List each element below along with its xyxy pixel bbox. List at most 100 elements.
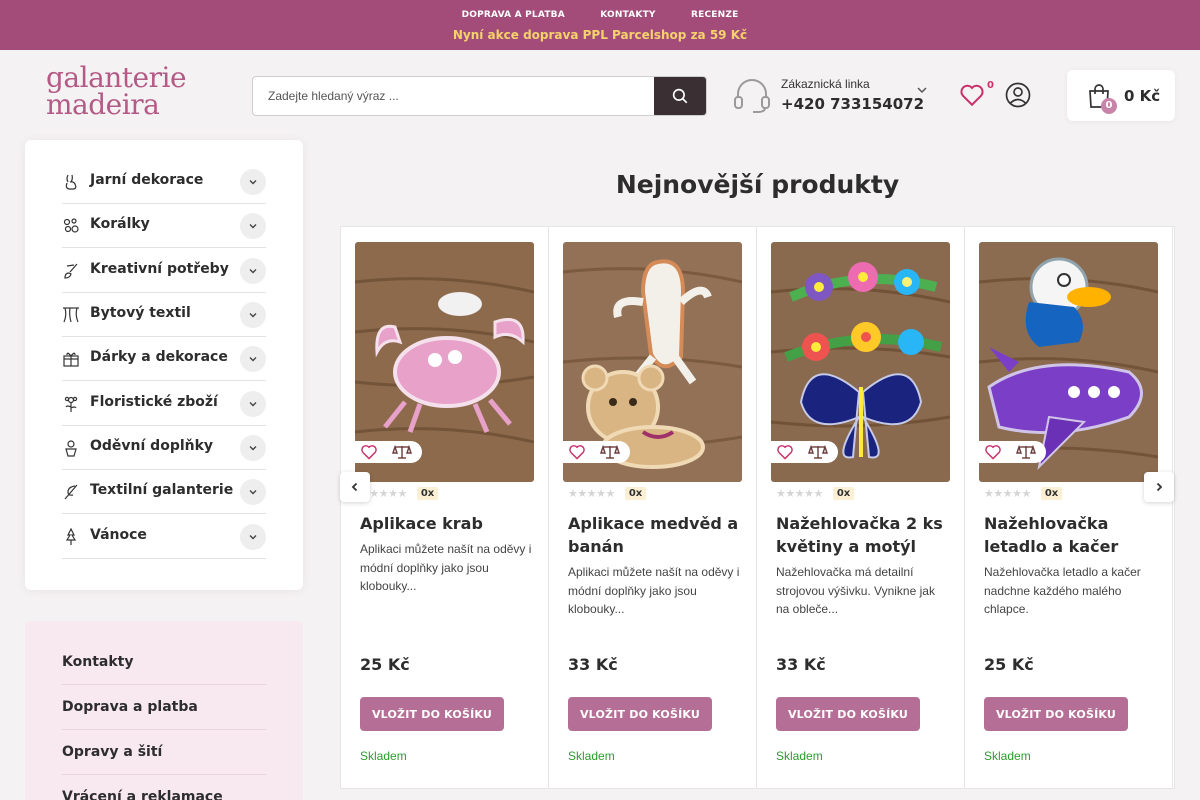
rating-count: 0x <box>624 487 647 500</box>
add-to-wishlist-button[interactable] <box>771 441 799 463</box>
product-description: Nažehlovačka letadlo a kačer nadchne kaž… <box>984 565 1141 616</box>
rating-stars: ★★★★★ <box>568 487 615 500</box>
gift-icon <box>63 352 79 367</box>
cart-button[interactable]: 0 0 Kč <box>1067 70 1175 121</box>
chevron-down-icon[interactable] <box>240 479 266 505</box>
add-to-wishlist-button[interactable] <box>563 441 591 463</box>
chevron-down-icon[interactable] <box>240 302 266 328</box>
accessories-icon <box>65 440 77 457</box>
product-description: Aplikaci můžete našít na oděvy i módní d… <box>568 565 740 616</box>
product-actions <box>355 441 422 463</box>
info-link-label: Kontakty <box>62 654 134 670</box>
headset-icon <box>734 79 770 113</box>
product-title[interactable]: Nažehlovačka 2 ks květiny a motýl <box>776 512 951 558</box>
chevron-down-icon[interactable] <box>240 391 266 417</box>
category-item[interactable]: Oděvní doplňky <box>62 426 266 470</box>
logo[interactable]: galanterie madeira <box>46 64 206 126</box>
product-title[interactable]: Aplikace krab <box>360 512 535 535</box>
search-bar <box>252 76 707 116</box>
product-rating: ★★★★★ 0x <box>568 487 647 500</box>
cart-count-badge: 0 <box>1101 98 1117 114</box>
product-title[interactable]: Aplikace medvěd a banán <box>568 512 743 558</box>
scale-icon <box>808 444 828 459</box>
category-menu: Jarní dekorace Korálky Kreativní potřeby… <box>25 140 303 590</box>
chevron-down-icon[interactable] <box>240 213 266 239</box>
category-item[interactable]: Floristické zboží <box>62 382 266 426</box>
chevron-down-icon[interactable] <box>916 84 928 96</box>
category-item[interactable]: Kreativní potřeby <box>62 249 266 293</box>
info-link-repairs[interactable]: Opravy a šití <box>62 730 266 775</box>
search-button[interactable] <box>654 77 706 115</box>
wishlist-button[interactable] <box>959 83 989 111</box>
scale-icon <box>392 444 412 459</box>
product-actions <box>979 441 1046 463</box>
category-label: Bytový textil <box>90 305 191 321</box>
category-label: Floristické zboží <box>90 394 218 410</box>
product-card[interactable]: ★★★★★ 0x Aplikace medvěd a banán Aplikac… <box>549 227 757 788</box>
product-card[interactable]: ★★★★★ 0x Aplikace krab Aplikaci můžete n… <box>341 227 549 788</box>
add-to-cart-button[interactable]: VLOŽIT DO KOŠÍKU <box>984 697 1128 731</box>
bunny-icon <box>65 174 77 190</box>
top-link-shipping[interactable]: DOPRAVA A PLATBA <box>462 10 565 20</box>
chevron-right-icon <box>1156 482 1163 492</box>
compare-button[interactable] <box>1011 441 1041 463</box>
chevron-down-icon[interactable] <box>240 346 266 372</box>
compare-button[interactable] <box>387 441 417 463</box>
add-to-cart-button[interactable]: VLOŽIT DO KOŠÍKU <box>360 697 504 731</box>
product-title[interactable]: Nažehlovačka letadlo a kačer <box>984 512 1159 558</box>
hotline-phone: +420 733154072 <box>781 95 925 113</box>
category-item[interactable]: Textilní galanterie <box>62 470 266 514</box>
product-card[interactable]: ★★★★★ 0x Nažehlovačka letadlo a kačer Na… <box>965 227 1173 788</box>
category-item[interactable]: Bytový textil <box>62 293 266 337</box>
add-to-cart-button[interactable]: VLOŽIT DO KOŠÍKU <box>776 697 920 731</box>
info-link-label: Opravy a šití <box>62 744 163 760</box>
rating-stars: ★★★★★ <box>984 487 1031 500</box>
heart-icon <box>985 445 1001 460</box>
heart-icon <box>960 84 984 107</box>
top-link-contacts[interactable]: KONTAKTY <box>600 10 655 20</box>
account-button[interactable] <box>1005 82 1031 112</box>
chevron-down-icon[interactable] <box>240 169 266 195</box>
category-item[interactable]: Jarní dekorace <box>62 160 266 204</box>
carousel-prev-button[interactable] <box>340 472 370 502</box>
product-price: 33 Kč <box>776 655 826 674</box>
top-link-reviews[interactable]: RECENZE <box>691 10 738 20</box>
category-item[interactable]: Vánoce <box>62 515 266 559</box>
product-actions <box>771 441 838 463</box>
category-label: Dárky a dekorace <box>90 349 228 365</box>
category-item[interactable]: Dárky a dekorace <box>62 337 266 381</box>
header: galanterie madeira Zákaznická linka +420… <box>0 50 1200 140</box>
product-rating: ★★★★★ 0x <box>776 487 855 500</box>
add-to-cart-button[interactable]: VLOŽIT DO KOŠÍKU <box>568 697 712 731</box>
compare-button[interactable] <box>595 441 625 463</box>
info-link-returns[interactable]: Vrácení a reklamace <box>62 775 266 800</box>
add-to-wishlist-button[interactable] <box>355 441 383 463</box>
search-icon <box>672 88 688 104</box>
info-link-label: Doprava a platba <box>62 699 198 715</box>
scale-icon <box>600 444 620 459</box>
stock-status: Skladem <box>568 749 615 763</box>
chevron-down-icon[interactable] <box>240 435 266 461</box>
chevron-down-icon[interactable] <box>240 524 266 550</box>
add-to-wishlist-button[interactable] <box>979 441 1007 463</box>
info-link-shipping[interactable]: Doprava a platba <box>62 685 266 730</box>
search-input[interactable] <box>253 77 655 115</box>
info-link-contacts[interactable]: Kontakty <box>62 640 266 685</box>
chevron-down-icon[interactable] <box>240 258 266 284</box>
rating-count: 0x <box>832 487 855 500</box>
product-description: Aplikaci můžete našít na oděvy i módní d… <box>360 542 532 593</box>
brush-icon <box>64 263 78 279</box>
carousel-next-button[interactable] <box>1144 472 1174 502</box>
heart-icon <box>361 445 377 460</box>
stock-status: Skladem <box>776 749 823 763</box>
product-rating: ★★★★★ 0x <box>984 487 1063 500</box>
stock-status: Skladem <box>360 749 407 763</box>
product-actions <box>563 441 630 463</box>
product-card[interactable]: ★★★★★ 0x Nažehlovačka 2 ks květiny a mot… <box>757 227 965 788</box>
user-icon <box>1005 82 1031 108</box>
category-label: Kreativní potřeby <box>90 261 229 277</box>
customer-hotline[interactable]: Zákaznická linka +420 733154072 <box>733 76 933 120</box>
compare-button[interactable] <box>803 441 833 463</box>
category-item[interactable]: Korálky <box>62 204 266 248</box>
wishlist-count: 0 <box>987 80 994 91</box>
